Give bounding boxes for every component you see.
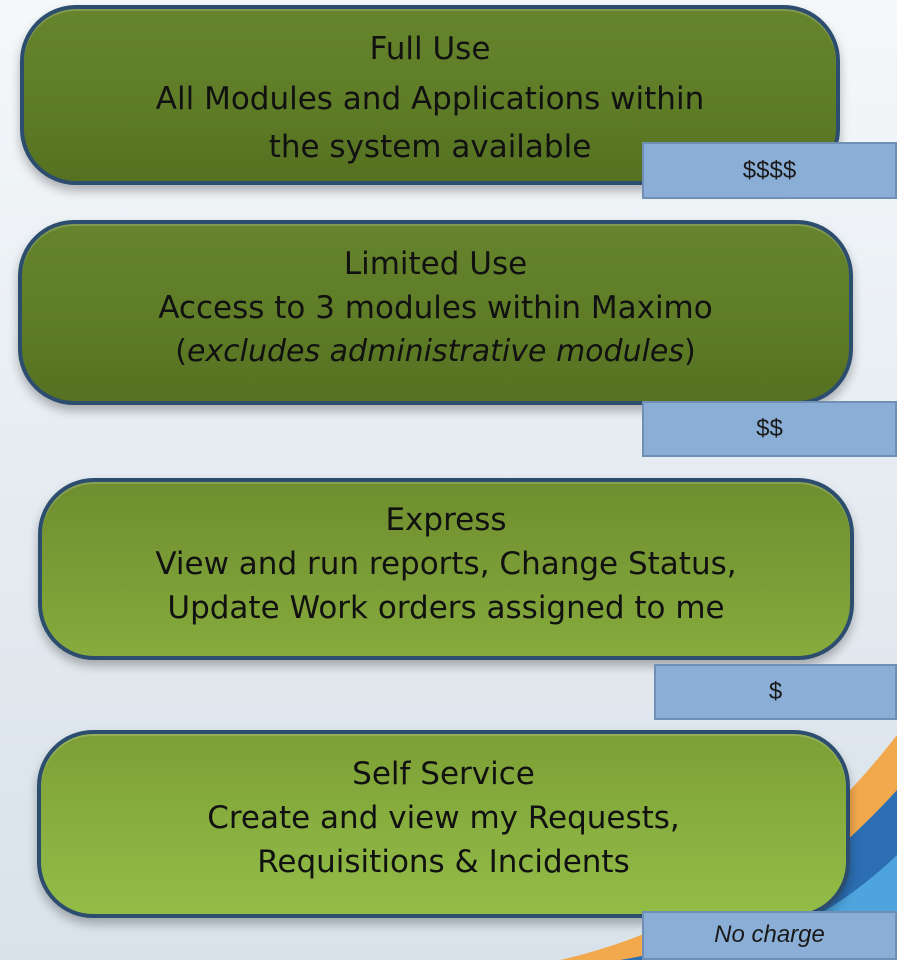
self-service-content: Self Service Create and view my Requests… — [41, 752, 846, 884]
self-service-description-line-1: Create and view my Requests, — [207, 800, 680, 836]
express-description-line-2: Update Work orders assigned to me — [167, 590, 725, 626]
express-price-tag: $ — [654, 664, 897, 720]
limited-use-title: Limited Use — [343, 246, 528, 282]
full-use-price-tag: $$$$ — [642, 142, 897, 199]
limited-use-open-paren: ( — [175, 334, 187, 369]
limited-use-description-line-1: Access to 3 modules within Maximo — [158, 290, 713, 326]
limited-use-description-line-2: (excludes administrative modules) — [22, 330, 849, 374]
limited-use-close-paren: ) — [684, 334, 696, 369]
limited-use-tier: Limited Use Access to 3 modules within M… — [18, 220, 853, 405]
full-use-title: Full Use — [369, 31, 491, 67]
express-title: Express — [385, 502, 507, 538]
limited-use-italic-note: excludes administrative modules — [186, 334, 685, 369]
limited-use-content: Limited Use Access to 3 modules within M… — [22, 242, 849, 374]
self-service-title: Self Service — [352, 756, 535, 792]
express-content: Express View and run reports, Change Sta… — [42, 498, 850, 630]
self-service-description-line-2: Requisitions & Incidents — [257, 844, 630, 880]
full-use-description-line-1: All Modules and Applications within — [155, 81, 705, 117]
limited-use-price-tag: $$ — [642, 401, 897, 457]
express-description-line-1: View and run reports, Change Status, — [155, 546, 737, 582]
self-service-price-tag: No charge — [642, 911, 897, 960]
self-service-tier: Self Service Create and view my Requests… — [37, 730, 850, 918]
express-tier: Express View and run reports, Change Sta… — [38, 478, 854, 660]
